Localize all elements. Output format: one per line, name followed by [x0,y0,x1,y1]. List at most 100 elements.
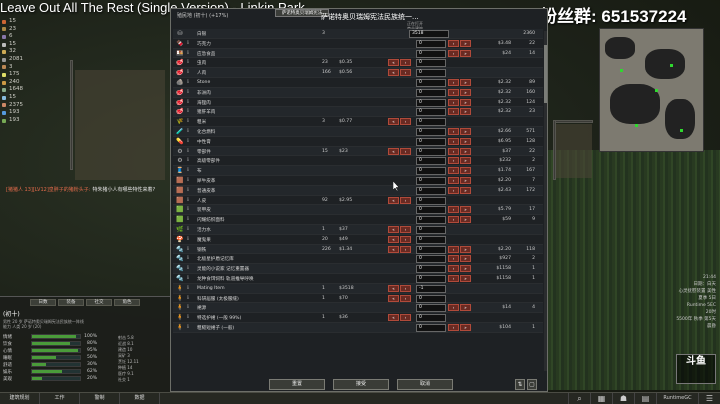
trade-quantity-input[interactable]: 0 [416,274,446,283]
sell-one-button[interactable]: ‹ [400,59,411,67]
sell-all-button[interactable]: « [388,147,399,155]
buy-one-button[interactable]: › [448,274,459,282]
buy-one-button[interactable]: › [448,137,459,145]
buy-one-button[interactable]: › [448,255,459,263]
info-icon[interactable]: ℹ [187,304,193,311]
sell-one-button[interactable]: ‹ [400,314,411,322]
buy-all-button[interactable]: » [460,304,471,312]
buy-one-button[interactable]: › [448,216,459,224]
trade-quantity-input[interactable]: 0 [416,59,446,68]
buy-one-button[interactable]: › [448,304,459,312]
trade-quantity-input[interactable]: 0 [416,196,446,205]
sort-icon[interactable]: ⇅ [515,379,525,390]
trade-quantity-input[interactable]: 0 [416,78,446,87]
sell-one-button[interactable]: ‹ [400,225,411,233]
trade-quantity-input[interactable]: 0 [416,225,446,234]
buy-one-button[interactable]: › [448,78,459,86]
buy-one-button[interactable]: › [448,167,459,175]
buy-one-button[interactable]: › [448,108,459,116]
info-icon[interactable]: ℹ [187,167,193,174]
trade-quantity-input[interactable]: 0 [416,69,446,78]
buy-one-button[interactable]: › [448,265,459,273]
trade-quantity-input[interactable]: 0 [416,255,446,264]
main-button[interactable]: 工作 [40,393,80,404]
sell-all-button[interactable]: « [388,294,399,302]
info-icon[interactable]: ℹ [187,177,193,184]
info-icon[interactable]: ℹ [187,118,193,125]
minimap[interactable] [599,28,704,152]
info-icon[interactable]: ℹ [187,40,193,47]
game-viewport[interactable]: Leave Out All The Rest (Single Version) … [0,0,720,404]
buy-one-button[interactable]: › [448,88,459,96]
trade-quantity-input[interactable]: 0 [416,167,446,176]
sell-all-button[interactable]: « [388,284,399,292]
inspect-tab[interactable]: 角色 [114,299,140,306]
trade-quantity-input[interactable]: 0 [416,176,446,185]
trade-quantity-input[interactable]: 0 [416,245,446,254]
trade-quantity-input[interactable]: 0 [416,147,446,156]
buy-one-button[interactable]: › [448,186,459,194]
sell-all-button[interactable]: « [388,196,399,204]
trade-quantity-input[interactable]: 0 [416,137,446,146]
buy-all-button[interactable]: » [460,137,471,145]
inspect-tab[interactable]: 社交 [86,299,112,306]
sell-all-button[interactable]: « [388,245,399,253]
info-icon[interactable]: ℹ [187,59,193,66]
roof-overlay-icon[interactable]: ▤ [634,393,656,404]
info-icon[interactable]: ℹ [187,138,193,145]
info-icon[interactable]: ℹ [187,79,193,86]
buy-all-button[interactable]: » [460,88,471,96]
reset-button[interactable]: 重置 [269,379,325,390]
trade-quantity-input[interactable]: 0 [416,108,446,117]
trade-quantity-input[interactable]: 0 [416,294,446,303]
trade-quantity-input[interactable]: -1 [416,284,446,293]
trade-quantity-input[interactable]: 0 [416,206,446,215]
trade-quantity-input[interactable]: 0 [416,265,446,274]
sell-all-button[interactable]: « [388,235,399,243]
buy-all-button[interactable]: » [460,127,471,135]
trade-quantity-input[interactable]: 0 [416,127,446,136]
buy-all-button[interactable]: » [460,323,471,331]
info-icon[interactable]: ℹ [187,148,193,155]
main-button[interactable]: 建筑规划 [0,393,40,404]
info-icon[interactable]: ℹ [187,108,193,115]
menu-icon[interactable]: ☰ [698,393,720,404]
inspect-tab[interactable]: 日数 [30,299,56,306]
sell-all-button[interactable]: « [388,118,399,126]
info-icon[interactable]: ℹ [187,206,193,213]
trade-quantity-input[interactable]: 3518 [409,30,449,38]
info-icon[interactable]: ℹ [187,50,193,57]
buy-all-button[interactable]: » [460,255,471,263]
info-icon[interactable]: ℹ [187,187,193,194]
trade-quantity-input[interactable]: 0 [416,304,446,313]
trade-quantity-input[interactable]: 0 [416,88,446,97]
buy-all-button[interactable]: » [460,186,471,194]
search-icon[interactable]: ⌕ [568,393,590,404]
info-icon[interactable]: ℹ [187,128,193,135]
cancel-button[interactable]: 取消 [397,379,453,390]
buy-all-button[interactable]: » [460,108,471,116]
buy-one-button[interactable]: › [448,39,459,47]
trade-quantity-input[interactable]: 0 [416,157,446,166]
info-icon[interactable]: ℹ [187,69,193,76]
sell-all-button[interactable]: « [388,314,399,322]
info-icon[interactable]: ℹ [187,197,193,204]
trade-quantity-input[interactable]: 0 [416,98,446,107]
sell-all-button[interactable]: « [388,225,399,233]
trade-quantity-input[interactable]: 0 [416,39,446,48]
buy-one-button[interactable]: › [448,127,459,135]
buy-all-button[interactable]: » [460,98,471,106]
main-button[interactable]: 数据 [120,393,160,404]
buy-all-button[interactable]: » [460,39,471,47]
sell-one-button[interactable]: ‹ [400,196,411,204]
buy-one-button[interactable]: › [448,245,459,253]
info-icon[interactable]: ℹ [187,246,193,253]
trade-quantity-input[interactable]: 0 [416,118,446,127]
info-icon[interactable]: ℹ [187,255,193,262]
inspect-tab[interactable]: 装备 [58,299,84,306]
buy-all-button[interactable]: » [460,245,471,253]
info-icon[interactable]: ℹ [187,314,193,321]
buy-all-button[interactable]: » [460,49,471,57]
sell-one-button[interactable]: ‹ [400,294,411,302]
colonist-bar-icon[interactable]: ☗ [612,393,634,404]
